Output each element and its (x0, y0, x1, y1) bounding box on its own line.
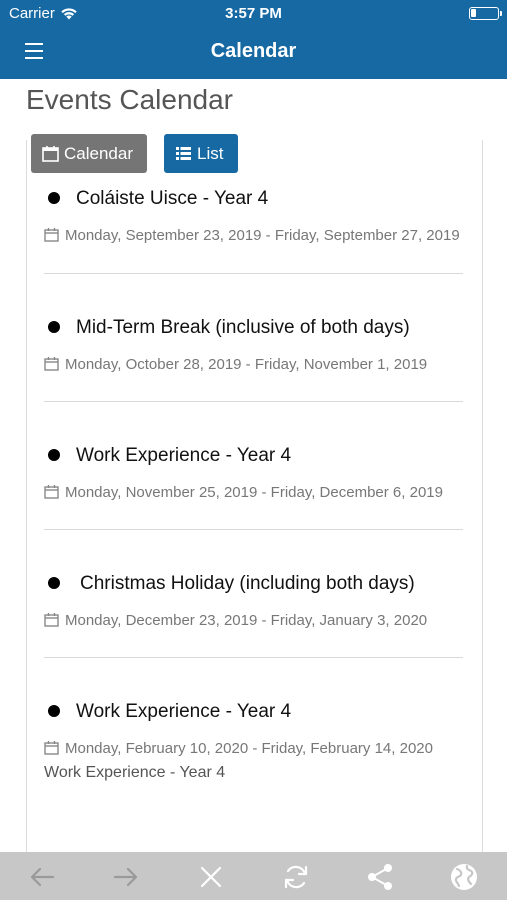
event-title: Work Experience - Year 4 (76, 701, 292, 722)
calendar-view-button[interactable]: Calendar (31, 134, 147, 173)
event-title-row: Work Experience - Year 4 (44, 445, 463, 467)
bullet-icon (48, 192, 60, 204)
event-item[interactable]: Mid-Term Break (inclusive of both days) … (44, 274, 463, 402)
list-icon (176, 147, 191, 160)
list-button-label: List (197, 143, 224, 163)
calendar-icon (44, 741, 59, 755)
status-bar: Carrier 3:57 PM (0, 0, 507, 28)
close-icon[interactable] (196, 862, 226, 892)
event-title-row: Christmas Holiday (including both days) (44, 573, 463, 595)
bullet-icon (48, 577, 60, 589)
event-title: Work Experience - Year 4 (76, 445, 292, 466)
calendar-button-label: Calendar (64, 143, 133, 163)
share-icon[interactable] (365, 862, 395, 892)
battery-level (471, 9, 476, 17)
event-title: Mid-Term Break (inclusive of both days) (76, 317, 410, 338)
event-date-text: Monday, September 23, 2019 - Friday, Sep… (65, 227, 460, 244)
event-dates: Monday, December 23, 2019 - Friday, Janu… (44, 610, 463, 632)
back-arrow-icon[interactable] (27, 862, 57, 892)
page-title: Events Calendar (26, 84, 234, 115)
event-item[interactable]: Work Experience - Year 4 Monday, Februar… (44, 658, 463, 782)
event-list: Coláiste Uisce - Year 4 Monday, Septembe… (44, 190, 463, 852)
event-title-row: Work Experience - Year 4 (44, 701, 463, 723)
calendar-icon (44, 357, 59, 371)
event-title: Christmas Holiday (including both days) (80, 573, 415, 594)
calendar-icon (42, 146, 59, 162)
bullet-icon (48, 705, 60, 717)
event-item[interactable]: Christmas Holiday (including both days) … (44, 530, 463, 658)
event-dates: Monday, September 23, 2019 - Friday, Sep… (44, 225, 463, 247)
refresh-icon[interactable] (281, 862, 311, 892)
event-title-row: Coláiste Uisce - Year 4 (44, 190, 463, 210)
calendar-icon (44, 485, 59, 499)
app-header: Carrier 3:57 PM Calendar (0, 0, 507, 79)
event-description: Work Experience - Year 4 (44, 764, 226, 781)
battery-icon (469, 7, 502, 20)
list-view-button[interactable]: List (164, 134, 238, 173)
globe-icon[interactable] (449, 862, 479, 892)
nav-title: Calendar (210, 40, 297, 62)
bullet-icon (48, 449, 60, 461)
event-title: Coláiste Uisce - Year 4 (76, 190, 269, 209)
event-item[interactable]: Work Experience - Year 4 Monday, Novembe… (44, 402, 463, 530)
calendar-icon (44, 613, 59, 627)
event-dates: Monday, October 28, 2019 - Friday, Novem… (44, 354, 463, 376)
event-title-row: Mid-Term Break (inclusive of both days) (44, 317, 463, 339)
calendar-icon (44, 228, 59, 242)
event-dates: Monday, February 10, 2020 - Friday, Febr… (44, 738, 463, 760)
browser-toolbar (0, 852, 507, 900)
event-dates: Monday, November 25, 2019 - Friday, Dece… (44, 482, 463, 504)
status-time: 3:57 PM (225, 5, 282, 22)
event-date-text: Monday, February 10, 2020 - Friday, Febr… (65, 740, 433, 757)
event-item[interactable]: Coláiste Uisce - Year 4 Monday, Septembe… (44, 190, 463, 274)
event-date-text: Monday, October 28, 2019 - Friday, Novem… (65, 356, 428, 373)
forward-arrow-icon[interactable] (111, 862, 141, 892)
event-date-text: Monday, November 25, 2019 - Friday, Dece… (65, 484, 443, 501)
event-date-text: Monday, December 23, 2019 - Friday, Janu… (65, 612, 428, 629)
bullet-icon (48, 321, 60, 333)
